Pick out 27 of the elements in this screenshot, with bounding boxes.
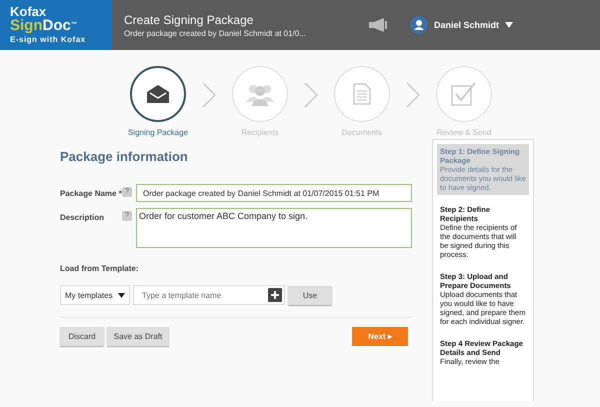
plus-icon[interactable] (268, 288, 282, 302)
template-dropdown[interactable]: My templates (60, 285, 130, 305)
use-button[interactable]: Use (288, 286, 332, 304)
dropdown-icon[interactable] (505, 22, 514, 28)
page-subtitle: Order package created by Daniel Schmidt at 01/0... (124, 28, 307, 38)
document-icon (353, 83, 371, 105)
field-label: Description (60, 212, 106, 222)
caret-icon (118, 292, 125, 298)
chevron-icon (304, 82, 318, 108)
step-label[interactable]: Signing Package (128, 128, 188, 137)
save-draft-button[interactable]: Save as Draft (107, 327, 169, 346)
checkbox-icon (451, 82, 477, 106)
description-field[interactable]: Order for customer ABC Company to sign. (136, 208, 412, 248)
template-name-field[interactable]: Type a template name (133, 285, 285, 305)
section-heading: Package information (60, 149, 189, 164)
people-icon (244, 82, 276, 106)
avatar-icon[interactable] (410, 16, 428, 34)
page-title: Create Signing Package (124, 12, 254, 26)
user-name[interactable]: Daniel Schmidt (434, 20, 500, 30)
megaphone-icon[interactable] (368, 18, 388, 32)
envelope-icon (146, 84, 170, 104)
chevron-icon (202, 82, 216, 108)
package-name-field[interactable]: Order package created by Daniel Schmidt at 01/07/2015 01:51 PM (136, 184, 412, 202)
chevron-icon (406, 82, 420, 108)
discard-button[interactable]: Discard (60, 327, 104, 346)
template-label: Load from Template: (60, 264, 140, 273)
field-label: Package Name * (60, 188, 122, 198)
